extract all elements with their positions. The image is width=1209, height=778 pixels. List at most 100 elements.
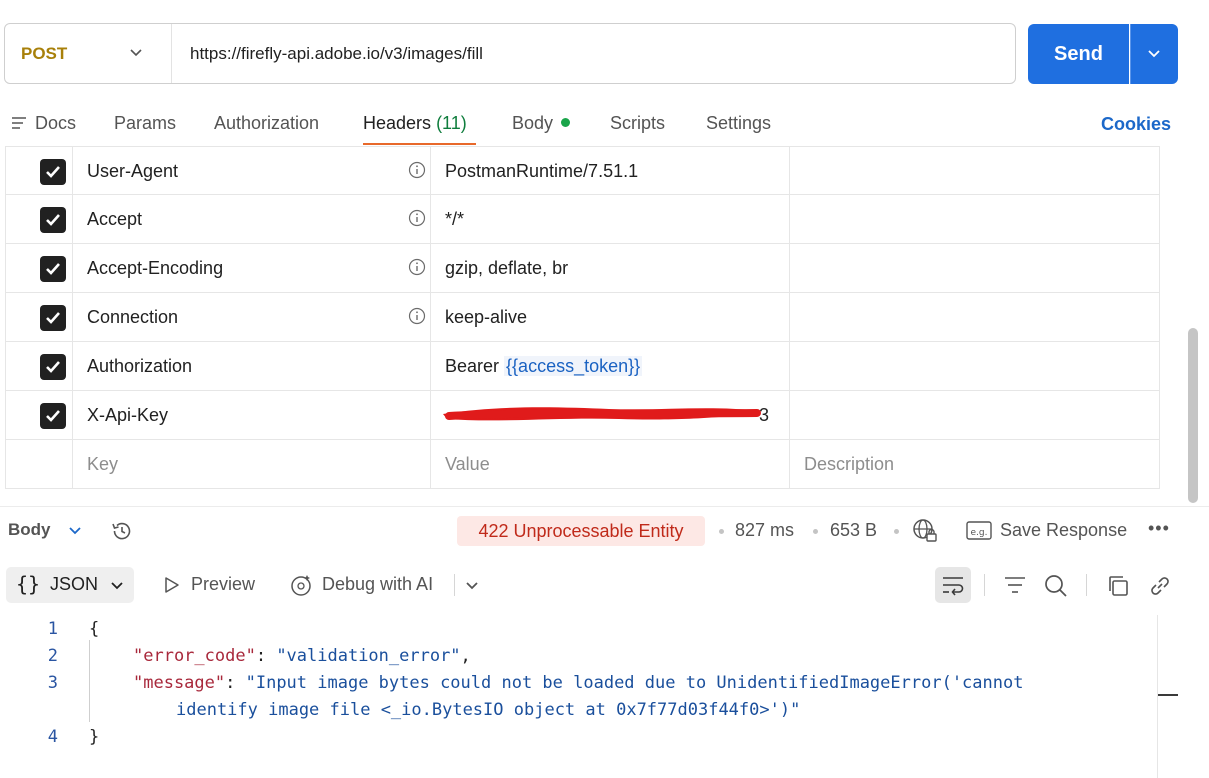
table-row: Accept */* xyxy=(5,195,1160,244)
new-value-input[interactable]: Value xyxy=(445,440,490,488)
divider xyxy=(1086,574,1087,596)
header-value[interactable]: PostmanRuntime/7.51.1 xyxy=(445,147,638,195)
info-icon[interactable] xyxy=(408,307,426,325)
table-row: Accept-Encoding gzip, deflate, br xyxy=(5,244,1160,293)
header-key[interactable]: Accept-Encoding xyxy=(87,244,223,292)
header-description[interactable] xyxy=(790,342,1160,390)
tab-body-label: Body xyxy=(512,113,554,133)
debug-with-ai-button[interactable]: Debug with AI xyxy=(322,574,433,595)
chevron-down-icon[interactable] xyxy=(465,579,479,593)
header-value[interactable]: Bearer {{access_token}} xyxy=(445,342,643,390)
scrollbar-thumb[interactable] xyxy=(1188,328,1198,503)
new-description-input[interactable]: Description xyxy=(804,440,894,488)
body-status-dot xyxy=(561,117,571,127)
wrap-icon xyxy=(943,577,964,596)
variable-token[interactable]: {{access_token}} xyxy=(504,356,643,376)
header-value[interactable]: gzip, deflate, br xyxy=(445,244,568,292)
network-globe-icon[interactable] xyxy=(912,518,938,544)
header-description[interactable] xyxy=(790,293,1160,341)
header-checkbox[interactable] xyxy=(40,207,66,233)
header-description[interactable] xyxy=(790,147,1160,195)
svg-text:e.g.: e.g. xyxy=(971,528,988,538)
header-description[interactable] xyxy=(790,195,1160,243)
header-key[interactable]: Connection xyxy=(87,293,178,341)
tab-headers-label: Headers xyxy=(363,113,432,133)
header-description[interactable] xyxy=(790,244,1160,292)
tab-headers[interactable]: Headers (11) xyxy=(363,110,467,136)
response-body-label[interactable]: Body xyxy=(8,520,51,540)
minimap[interactable] xyxy=(1157,615,1179,778)
bearer-prefix: Bearer xyxy=(445,356,505,376)
line-number: 4 xyxy=(47,727,58,747)
search-icon[interactable] xyxy=(1044,574,1068,598)
header-key[interactable]: Authorization xyxy=(87,342,192,390)
send-button[interactable]: Send xyxy=(1028,24,1129,84)
chevron-down-icon[interactable] xyxy=(68,524,82,538)
header-checkbox[interactable] xyxy=(40,305,66,331)
url-input[interactable]: https://firefly-api.adobe.io/v3/images/f… xyxy=(190,24,483,83)
tab-body[interactable]: Body xyxy=(512,110,571,136)
debug-ai-icon xyxy=(291,575,311,596)
line-number: 2 xyxy=(47,646,58,666)
table-row: X-Api-Key 3 xyxy=(5,391,1160,440)
json-key: "error_code" xyxy=(133,646,256,666)
table-row: User-Agent PostmanRuntime/7.51.1 xyxy=(5,146,1160,195)
header-key[interactable]: X-Api-Key xyxy=(87,391,168,439)
new-key-input[interactable]: Key xyxy=(87,440,118,488)
tab-authorization[interactable]: Authorization xyxy=(214,110,319,136)
table-row: Connection keep-alive xyxy=(5,293,1160,342)
history-icon[interactable] xyxy=(110,519,134,543)
wrap-lines-button[interactable] xyxy=(935,567,971,603)
separator-dot xyxy=(813,529,818,534)
code-line: "error_code": "validation_error", xyxy=(133,646,471,666)
tab-scripts[interactable]: Scripts xyxy=(610,110,665,136)
code-open-brace: { xyxy=(89,619,100,639)
filter-icon[interactable] xyxy=(1003,574,1027,596)
header-description[interactable] xyxy=(790,391,1160,439)
info-icon[interactable] xyxy=(408,161,426,179)
line-number: 1 xyxy=(47,619,58,639)
table-row: Authorization Bearer {{access_token}} xyxy=(5,342,1160,391)
header-value[interactable]: 3 xyxy=(431,391,790,439)
header-value[interactable]: keep-alive xyxy=(445,293,527,341)
minimap-viewport xyxy=(1158,694,1178,696)
header-key[interactable]: Accept xyxy=(87,195,142,243)
save-response-button[interactable]: Save Response xyxy=(1000,520,1127,541)
chevron-down-icon[interactable] xyxy=(129,46,143,60)
preview-button[interactable]: Preview xyxy=(191,574,255,595)
copy-icon[interactable] xyxy=(1106,574,1130,598)
chevron-down-icon xyxy=(111,582,123,590)
header-checkbox[interactable] xyxy=(40,354,66,380)
line-number: 3 xyxy=(47,673,58,693)
header-checkbox[interactable] xyxy=(40,159,66,185)
divider xyxy=(984,574,985,596)
tab-params[interactable]: Params xyxy=(114,110,176,136)
link-icon[interactable] xyxy=(1148,574,1172,598)
info-icon[interactable] xyxy=(408,209,426,227)
play-icon xyxy=(165,577,179,593)
indent-guide xyxy=(89,640,90,722)
format-label: JSON xyxy=(50,574,99,594)
tab-docs[interactable]: Docs xyxy=(35,110,76,136)
send-options-button[interactable] xyxy=(1130,24,1178,84)
separator-dot xyxy=(719,529,724,534)
header-checkbox[interactable] xyxy=(40,256,66,282)
divider xyxy=(0,506,1209,507)
header-key[interactable]: User-Agent xyxy=(87,147,178,195)
response-time[interactable]: 827 ms xyxy=(735,520,794,541)
request-bar: POST https://firefly-api.adobe.io/v3/ima… xyxy=(4,23,1016,84)
method-select[interactable]: POST xyxy=(21,24,67,83)
json-braces-icon: {} xyxy=(16,572,41,596)
json-key: "message" xyxy=(133,673,226,693)
cookies-link[interactable]: Cookies xyxy=(1101,114,1171,135)
chevron-down-icon xyxy=(1148,50,1160,58)
response-size[interactable]: 653 B xyxy=(830,520,877,541)
status-badge[interactable]: 422 Unprocessable Entity xyxy=(457,516,705,546)
header-checkbox[interactable] xyxy=(40,403,66,429)
more-options-icon[interactable]: ••• xyxy=(1148,518,1170,539)
info-icon[interactable] xyxy=(408,258,426,276)
active-tab-indicator xyxy=(363,143,476,145)
header-value[interactable]: */* xyxy=(445,195,464,243)
tab-settings[interactable]: Settings xyxy=(706,110,771,136)
redaction-scribble xyxy=(443,407,761,421)
